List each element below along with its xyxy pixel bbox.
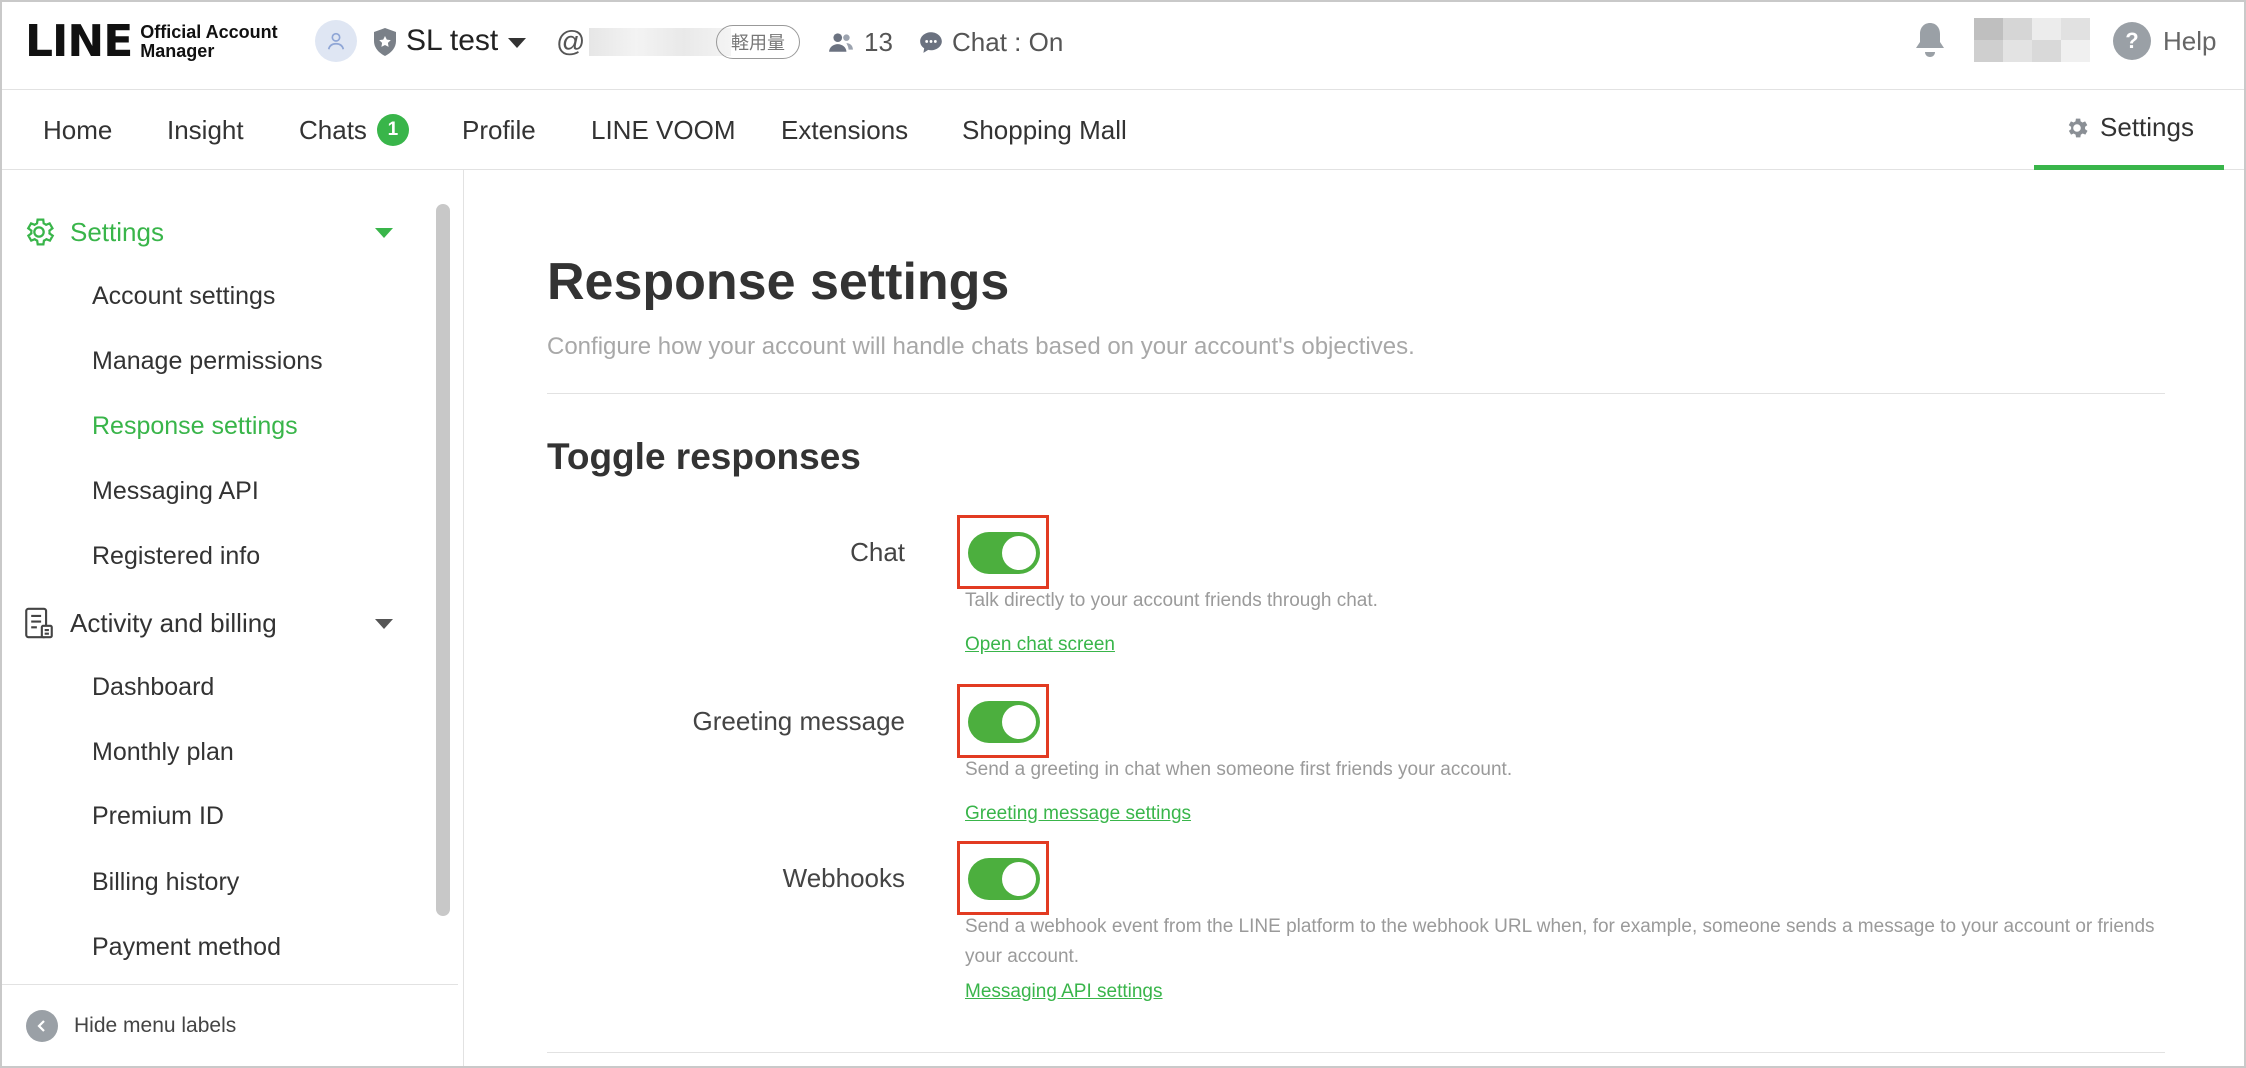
- app-header: LINE Official Account Manager SL test @ …: [2, 2, 2244, 90]
- tab-settings[interactable]: Settings: [2034, 90, 2224, 170]
- collapse-billing-caret-icon[interactable]: [375, 619, 393, 629]
- tab-shopping-mall[interactable]: Shopping Mall: [962, 90, 1127, 170]
- chevron-left-icon: [26, 1009, 58, 1042]
- help-question-icon: ?: [2113, 22, 2151, 60]
- webhooks-toggle-highlight[interactable]: [957, 841, 1049, 915]
- sidebar: Settings Account settings Manage permiss…: [2, 170, 464, 1066]
- sidebar-footer: Hide menu labels: [2, 984, 458, 1066]
- chat-toggle-highlight[interactable]: [957, 515, 1049, 589]
- page-title: Response settings: [547, 253, 1010, 311]
- top-nav: Home Insight Chats 1 Profile LINE VOOM E…: [2, 90, 2244, 170]
- tab-chats-label: Chats: [299, 114, 367, 145]
- greeting-toggle-switch[interactable]: [968, 701, 1040, 743]
- sidebar-item-messaging-api[interactable]: Messaging API: [92, 471, 259, 511]
- tab-profile-label: Profile: [462, 114, 536, 145]
- greeting-toggle-description: Send a greeting in chat when someone fir…: [965, 759, 1513, 780]
- account-id: @: [556, 22, 732, 62]
- messaging-api-settings-link[interactable]: Messaging API settings: [965, 978, 1163, 1006]
- hide-menu-labels-label: Hide menu labels: [74, 1013, 237, 1037]
- chat-toggle-label: Chat: [850, 537, 905, 567]
- tab-line-voom[interactable]: LINE VOOM: [591, 90, 735, 170]
- divider: [547, 1052, 2165, 1053]
- user-avatar[interactable]: [1974, 18, 2090, 62]
- sidebar-group-settings-label: Settings: [70, 216, 164, 247]
- friend-count-value: 13: [864, 27, 893, 57]
- sidebar-item-monthly-plan[interactable]: Monthly plan: [92, 732, 234, 772]
- chat-status[interactable]: Chat : On: [918, 22, 1063, 62]
- logo-subtitle: Official Account Manager: [140, 23, 277, 61]
- tab-insight[interactable]: Insight: [167, 90, 244, 170]
- toggle-knob: [1002, 862, 1036, 896]
- sidebar-group-activity-billing-label: Activity and billing: [70, 607, 277, 638]
- webhooks-toggle-switch[interactable]: [968, 858, 1040, 900]
- collapse-settings-caret-icon[interactable]: [375, 228, 393, 238]
- plan-badge: 軽用量: [716, 25, 800, 59]
- chat-bubble-icon: [920, 32, 942, 53]
- chat-status-label: Chat : On: [952, 27, 1064, 57]
- sidebar-item-manage-permissions[interactable]: Manage permissions: [92, 341, 323, 381]
- tab-home[interactable]: Home: [43, 90, 112, 170]
- hide-menu-labels-button[interactable]: Hide menu labels: [26, 1009, 237, 1042]
- greeting-toggle-highlight[interactable]: [957, 684, 1049, 758]
- settings-gear-icon: [26, 218, 55, 246]
- page-description: Configure how your account will handle c…: [547, 333, 1415, 360]
- section-title: Toggle responses: [547, 436, 861, 477]
- divider: [547, 393, 2165, 394]
- sidebar-item-account-settings[interactable]: Account settings: [92, 276, 275, 316]
- account-id-prefix: @: [556, 26, 586, 58]
- webhooks-toggle-description: Send a webhook event from the LINE platf…: [965, 916, 2155, 967]
- tab-chats[interactable]: Chats 1: [299, 90, 409, 170]
- chat-toggle-switch[interactable]: [968, 532, 1040, 574]
- help-label: Help: [2163, 26, 2217, 56]
- webhooks-toggle-label: Webhooks: [782, 863, 905, 893]
- toggle-knob: [1002, 536, 1036, 570]
- verified-shield-icon: [374, 28, 396, 56]
- chat-toggle-description: Talk directly to your account friends th…: [965, 590, 1378, 611]
- open-chat-screen-link[interactable]: Open chat screen: [965, 631, 1115, 659]
- tab-profile[interactable]: Profile: [462, 90, 536, 170]
- toggle-knob: [1002, 705, 1036, 739]
- unread-count-badge: 1: [376, 114, 409, 146]
- sidebar-item-response-settings[interactable]: Response settings: [92, 406, 298, 446]
- gear-icon: [2068, 118, 2088, 137]
- chevron-down-icon: [508, 37, 527, 48]
- tab-insight-label: Insight: [167, 114, 244, 145]
- logo-subtitle-line1: Official Account: [140, 22, 278, 42]
- friend-count[interactable]: 13: [828, 22, 893, 62]
- account-avatar-icon[interactable]: [315, 20, 357, 62]
- tab-home-label: Home: [43, 114, 113, 145]
- logo-subtitle-line2: Manager: [140, 41, 215, 61]
- tab-extensions[interactable]: Extensions: [781, 90, 908, 170]
- logo-wordmark: LINE: [25, 16, 133, 67]
- sidebar-item-billing-history[interactable]: Billing history: [92, 862, 239, 902]
- line-logo[interactable]: LINE Official Account Manager: [25, 18, 278, 66]
- sidebar-scrollbar[interactable]: [436, 204, 450, 916]
- sidebar-group-settings[interactable]: Settings: [22, 210, 164, 254]
- tab-extensions-label: Extensions: [781, 114, 909, 145]
- sidebar-group-activity-billing[interactable]: Activity and billing: [22, 601, 277, 645]
- sidebar-item-dashboard[interactable]: Dashboard: [92, 667, 214, 707]
- notification-bell-icon[interactable]: [1912, 20, 1948, 60]
- sidebar-item-premium-id[interactable]: Premium ID: [92, 796, 224, 836]
- tab-shopping-mall-label: Shopping Mall: [962, 114, 1127, 145]
- account-id-redacted: [589, 28, 732, 56]
- friends-icon: [829, 33, 853, 52]
- sidebar-item-registered-info[interactable]: Registered info: [92, 536, 260, 576]
- sidebar-item-payment-method[interactable]: Payment method: [92, 927, 281, 967]
- tab-settings-label: Settings: [2100, 112, 2194, 142]
- billing-document-icon: [25, 607, 53, 639]
- greeting-toggle-label: Greeting message: [692, 706, 905, 736]
- account-switcher[interactable]: SL test: [406, 20, 527, 62]
- greeting-message-settings-link[interactable]: Greeting message settings: [965, 800, 1191, 828]
- tab-line-voom-label: LINE VOOM: [591, 114, 736, 145]
- account-name: SL test: [406, 24, 499, 57]
- help-link[interactable]: ? Help: [2113, 21, 2216, 61]
- main-content: Response settings Configure how your acc…: [465, 170, 2244, 1066]
